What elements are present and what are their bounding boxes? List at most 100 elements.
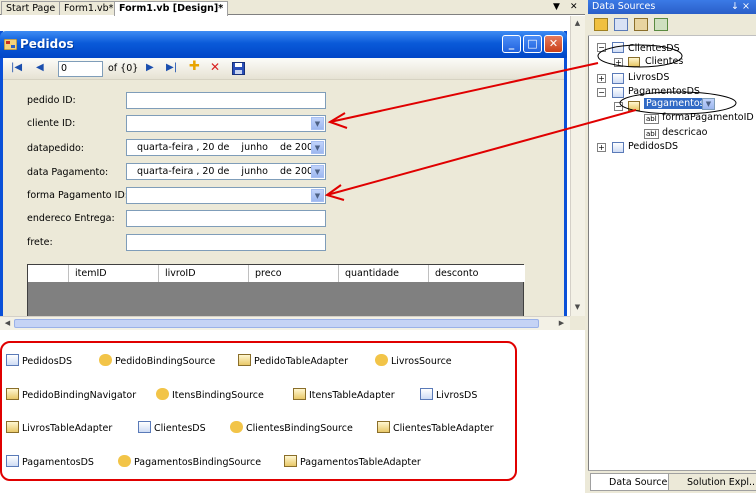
form-title: Pedidos [20, 37, 74, 51]
move-next-icon[interactable]: ▶ [146, 62, 154, 73]
tray-item-pagamentosbindingsource[interactable]: PagamentosBindingSource [118, 455, 261, 468]
cliente-id-combo[interactable]: ▼ [126, 115, 326, 132]
tray-item-pagamentosds[interactable]: PagamentosDS [6, 455, 94, 468]
tray-item-clientestableadapter[interactable]: ClientesTableAdapter [377, 421, 494, 434]
tree-pagamentos[interactable]: Pagamentos [644, 98, 707, 109]
scroll-down-icon[interactable]: ▼ [571, 301, 584, 314]
grid-column-quantidade[interactable]: quantidade [338, 265, 428, 282]
tree-livrosds[interactable]: LivrosDS [628, 72, 669, 83]
tray-item-itenstableadapter[interactable]: ItensTableAdapter [293, 388, 395, 401]
chevron-down-icon[interactable]: ▼ [311, 141, 324, 154]
configure-icon[interactable] [634, 18, 648, 31]
grid-column-preco[interactable]: preco [248, 265, 338, 282]
tree-descricao[interactable]: descricao [662, 127, 707, 138]
delete-icon[interactable]: ✕ [210, 60, 220, 74]
binding-navigator: |◀ ◀ 0 of {0} ▶ ▶| ✚ ✕ [3, 58, 564, 80]
tray-item-pedidosds[interactable]: PedidosDS [6, 354, 72, 367]
tree-pedidosds[interactable]: PedidosDS [628, 141, 678, 152]
panel-title: Data Sources [592, 1, 656, 12]
tree-clientes[interactable]: Clientes [645, 56, 683, 67]
tray-item-pedidotableadapter[interactable]: PedidoTableAdapter [238, 354, 348, 367]
chevron-down-icon[interactable]: ▼ [311, 189, 324, 202]
dataset-icon [612, 73, 624, 84]
refresh-icon[interactable] [654, 18, 668, 31]
tree-formapagamentoid[interactable]: formaPagamentoID [662, 112, 754, 123]
close-button[interactable]: ✕ [544, 35, 563, 53]
edit-dataset-icon[interactable] [614, 18, 628, 31]
tray-item-livrossource[interactable]: LivrosSource [375, 354, 452, 367]
chevron-down-icon[interactable]: ▼ [311, 117, 324, 130]
scroll-right-icon[interactable]: ▶ [555, 317, 568, 330]
save-icon[interactable] [232, 62, 245, 75]
forma-pagamento-id-combo[interactable]: ▼ [126, 187, 326, 204]
grid-column-desconto[interactable]: desconto [428, 265, 525, 282]
data-sources-toolbar [588, 14, 756, 36]
grid-column-itemid[interactable]: itemID [68, 265, 158, 282]
tray-item-clientesds[interactable]: ClientesDS [138, 421, 206, 434]
tab-form1-code[interactable]: Form1.vb* [59, 1, 119, 15]
move-first-icon[interactable]: |◀ [11, 62, 22, 73]
tray-item-clientesbindingsource[interactable]: ClientesBindingSource [230, 421, 353, 434]
minimize-button[interactable]: _ [502, 35, 521, 53]
pedido-id-input[interactable] [126, 92, 326, 109]
expand-icon[interactable]: + [597, 74, 606, 83]
pin-close-icon[interactable]: ↓ × [731, 1, 750, 12]
tray-item-pedidobindingsource[interactable]: PedidoBindingSource [99, 354, 215, 367]
grid-header: itemID livroID preco quantidade desconto [28, 265, 525, 282]
expand-icon[interactable]: + [597, 143, 606, 152]
textbox-icon: abl [644, 129, 659, 139]
chevron-down-icon[interactable]: ▼ [702, 98, 715, 110]
table-adapter-icon [293, 388, 306, 400]
form-titlebar[interactable]: Pedidos _ □ ✕ [0, 31, 567, 58]
binding-source-icon [230, 421, 243, 433]
tab-label: Data Sources [609, 477, 673, 488]
tab-form1-design[interactable]: Form1.vb [Design]* [114, 1, 229, 16]
move-previous-icon[interactable]: ◀ [36, 62, 44, 73]
move-last-icon[interactable]: ▶| [166, 62, 177, 73]
tray-item-pagamentostableadapter[interactable]: PagamentosTableAdapter [284, 455, 421, 468]
tab-data-sources[interactable]: Data Sources [590, 473, 677, 491]
data-pagamento-picker[interactable]: quarta-feira , 20 de junho de 2007 ▼ [126, 163, 326, 180]
tray-item-livrosds[interactable]: LivrosDS [420, 388, 477, 401]
add-new-icon[interactable]: ✚ [189, 59, 200, 74]
tray-item-pedidobindingnavigator[interactable]: PedidoBindingNavigator [6, 388, 136, 401]
table-icon [628, 101, 640, 111]
collapse-icon[interactable]: − [597, 88, 606, 97]
scroll-corner [570, 316, 585, 330]
grid-column-livroid[interactable]: livroID [158, 265, 248, 282]
scroll-up-icon[interactable]: ▲ [571, 17, 584, 30]
designer-vertical-scrollbar[interactable]: ▲ ▼ [570, 16, 585, 316]
tray-item-livrostableadapter[interactable]: LivrosTableAdapter [6, 421, 112, 434]
tray-item-itensbindingsource[interactable]: ItensBindingSource [156, 388, 264, 401]
scroll-left-icon[interactable]: ◀ [1, 317, 14, 330]
expand-icon[interactable]: + [614, 58, 623, 67]
close-document-icon[interactable]: ✕ [570, 2, 578, 12]
designer-horizontal-scrollbar[interactable]: ◀ ▶ [0, 316, 570, 330]
panel-bottom-tabs: Data Sources Solution Expl... [588, 470, 756, 493]
itens-datagrid[interactable]: itemID livroID preco quantidade desconto [27, 264, 525, 320]
navigator-icon [6, 388, 19, 400]
tab-start-page[interactable]: Start Page [1, 1, 61, 15]
tab-list-icon[interactable]: ▼ [553, 2, 560, 12]
tree-pagamentosds[interactable]: PagamentosDS [628, 86, 700, 97]
label-data-pagamento: data Pagamento: [27, 167, 109, 178]
tray-label: LivrosTableAdapter [22, 423, 113, 434]
tray-label: PedidoTableAdapter [254, 356, 349, 367]
frete-input[interactable] [126, 234, 326, 251]
table-adapter-icon [238, 354, 251, 366]
endereco-entrega-input[interactable] [126, 210, 326, 227]
tray-label: LivrosDS [436, 390, 478, 401]
add-data-source-icon[interactable] [594, 18, 608, 31]
label-datapedido: datapedido: [27, 143, 84, 154]
position-input[interactable]: 0 [58, 61, 103, 77]
datapedido-picker[interactable]: quarta-feira , 20 de junho de 2007 ▼ [126, 139, 326, 156]
tab-solution-explorer[interactable]: Solution Expl... [668, 473, 756, 491]
collapse-icon[interactable]: − [614, 102, 623, 111]
chevron-down-icon[interactable]: ▼ [311, 165, 324, 178]
scroll-thumb[interactable] [14, 319, 539, 328]
tree-clientesds[interactable]: ClientesDS [628, 43, 680, 54]
collapse-icon[interactable]: − [597, 43, 606, 52]
tray-label: PagamentosTableAdapter [300, 457, 421, 468]
data-pagamento-value: quarta-feira , 20 de junho de 2007 [137, 166, 320, 177]
maximize-button[interactable]: □ [523, 35, 542, 53]
